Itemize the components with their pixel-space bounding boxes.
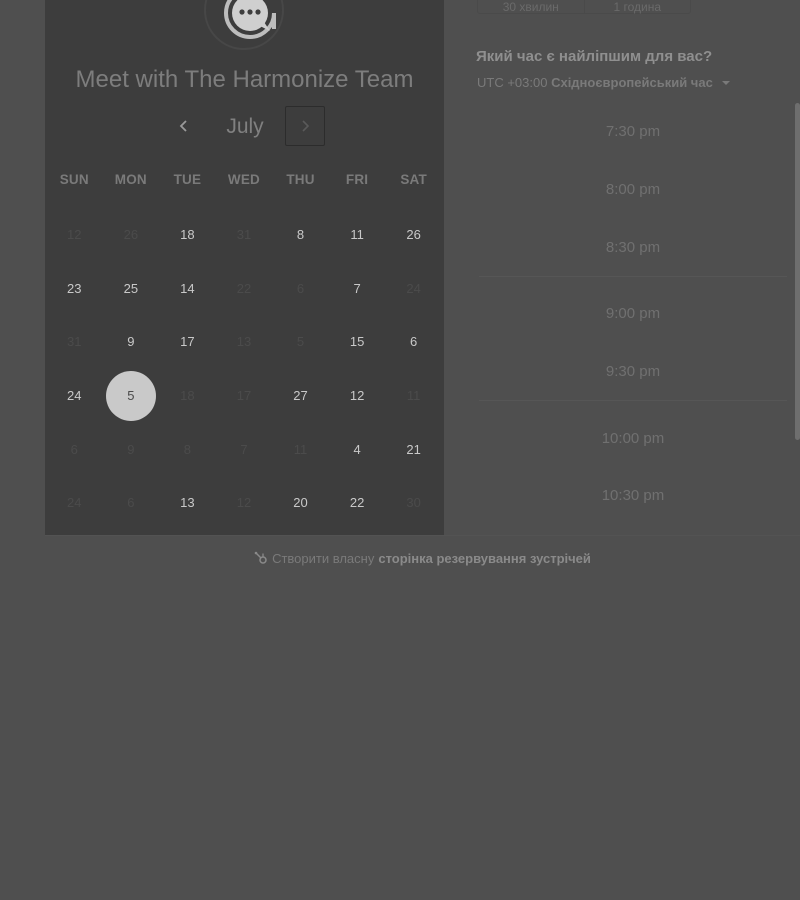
weekday-label: SUN xyxy=(59,172,89,187)
timezone-selector[interactable]: UTC +03:00 Східноєвропейський час xyxy=(477,75,731,90)
calendar-days-grid: 12 26 18 31 8 11 26 23 25 14 22 6 7 24 31 9 17 13 5 15 6 24 5 1… xyxy=(46,208,442,530)
calendar-day: 30 xyxy=(406,495,421,511)
scrollbar[interactable] xyxy=(795,103,800,440)
calendar-day: 6 xyxy=(127,495,135,511)
calendar-day[interactable]: 12 xyxy=(329,369,386,423)
calendar-panel: Meet with The Harmonize Team July SUN MO… xyxy=(45,0,444,535)
calendar-day[interactable]: 18 xyxy=(159,208,216,262)
calendar-day: 17 xyxy=(236,388,252,404)
calendar-day: 18 xyxy=(180,388,195,404)
time-slot-button[interactable]: 10:30 pm xyxy=(479,467,787,525)
calendar-day: 8 xyxy=(183,441,192,457)
time-slot-group: 10:00 pm 10:30 pm xyxy=(479,409,787,524)
calendar-day[interactable]: 8 xyxy=(272,208,329,262)
calendar-day: 9 xyxy=(127,441,135,457)
month-label: July xyxy=(226,115,264,138)
weekday-label: TUE xyxy=(173,172,202,187)
time-slot-button[interactable]: 8:00 pm xyxy=(479,161,787,219)
calendar-day: 22 xyxy=(236,280,252,296)
meetings-page: Meet with The Harmonize Team July SUN MO… xyxy=(0,0,800,900)
time-slot-button[interactable]: 9:00 pm xyxy=(479,285,787,343)
time-slot-list: 7:30 pm 8:00 pm 8:30 pm 9:00 pm 9:30 pm 10:00… xyxy=(479,103,787,533)
footer-text: Створити власну xyxy=(272,550,375,566)
calendar-day[interactable]: 15 xyxy=(329,315,386,369)
caret-down-icon xyxy=(722,80,731,85)
calendar-day[interactable]: 11 xyxy=(329,208,386,262)
calendar-day: 12 xyxy=(67,227,82,243)
calendar-day[interactable]: 20 xyxy=(272,476,329,530)
calendar-day[interactable]: 13 xyxy=(159,476,216,530)
calendar-day-label: 5 xyxy=(105,370,156,421)
calendar-day: 6 xyxy=(296,280,305,296)
footer: Створити власну сторінка резервування зу… xyxy=(45,535,800,580)
calendar-day[interactable]: 4 xyxy=(329,422,386,476)
calendar-day[interactable]: 21 xyxy=(385,422,442,476)
hubspot-sprocket-icon xyxy=(254,551,268,565)
calendar-day: 6 xyxy=(70,441,78,457)
timezone-offset: UTC +03:00 xyxy=(477,75,548,90)
calendar-day[interactable]: 27 xyxy=(272,369,329,423)
calendar-day[interactable]: 23 xyxy=(46,262,103,316)
time-slot-button[interactable]: 8:30 pm xyxy=(479,218,787,276)
time-slot-button[interactable]: 7:30 pm xyxy=(479,103,787,161)
next-month-button[interactable] xyxy=(285,106,325,146)
calendar-day: 24 xyxy=(406,280,421,296)
duration-tab-30min[interactable]: 30 хвилин xyxy=(478,0,584,14)
weekday-header: SUN MON TUE WED THU FRI SAT xyxy=(46,172,442,187)
duration-tab-1hour[interactable]: 1 година xyxy=(583,0,691,14)
weekday-label: FRI xyxy=(345,172,369,187)
calendar-day: 24 xyxy=(67,495,82,511)
calendar-day: 31 xyxy=(67,334,82,350)
page-title: Meet with The Harmonize Team xyxy=(75,66,414,93)
weekday-label: WED xyxy=(227,172,261,187)
calendar-day: 26 xyxy=(123,227,139,243)
time-slot-group: 7:30 pm 8:00 pm 8:30 pm xyxy=(479,103,787,278)
calendar-day: 5 xyxy=(296,334,305,350)
footer-link[interactable]: сторінка резервування зустрічей xyxy=(378,551,591,566)
calendar-day: 11 xyxy=(293,441,308,457)
time-slot-group: 9:00 pm 9:30 pm xyxy=(479,285,787,402)
time-slot-button[interactable]: 9:30 pm xyxy=(479,343,787,401)
calendar-day: 11 xyxy=(406,388,421,404)
weekday-label: MON xyxy=(114,172,147,187)
calendar-day[interactable]: 24 xyxy=(46,369,103,423)
weekday-label: SAT xyxy=(400,172,427,187)
calendar-day[interactable]: 17 xyxy=(159,315,216,369)
time-slot-button[interactable]: 10:00 pm xyxy=(479,409,787,467)
calendar-day: 13 xyxy=(236,334,252,350)
calendar-day[interactable]: 26 xyxy=(385,208,442,262)
prev-month-button[interactable] xyxy=(165,106,203,146)
calendar-day[interactable]: 14 xyxy=(159,262,216,316)
month-navigation: July xyxy=(45,106,444,148)
calendar-day: 12 xyxy=(236,495,252,511)
time-question-heading: Який час є найліпшим для вас? xyxy=(476,48,713,65)
calendar-day[interactable]: 7 xyxy=(329,262,386,316)
calendar-day[interactable]: 9 xyxy=(103,315,160,369)
calendar-day[interactable]: 22 xyxy=(329,476,386,530)
calendar-day[interactable]: 25 xyxy=(103,262,160,316)
calendar-day-selected[interactable]: 5 xyxy=(103,369,160,423)
timezone-name: Східноєвропейський час xyxy=(551,75,713,90)
duration-tabs: 30 хвилин 1 година xyxy=(477,0,691,14)
weekday-label: THU xyxy=(286,172,315,187)
calendar-day[interactable]: 6 xyxy=(385,315,442,369)
chat-bubble-logo-icon xyxy=(224,0,276,39)
calendar-day: 7 xyxy=(240,441,248,457)
calendar-day: 31 xyxy=(236,227,252,243)
chevron-left-icon xyxy=(179,120,187,132)
chevron-right-icon xyxy=(302,120,310,132)
